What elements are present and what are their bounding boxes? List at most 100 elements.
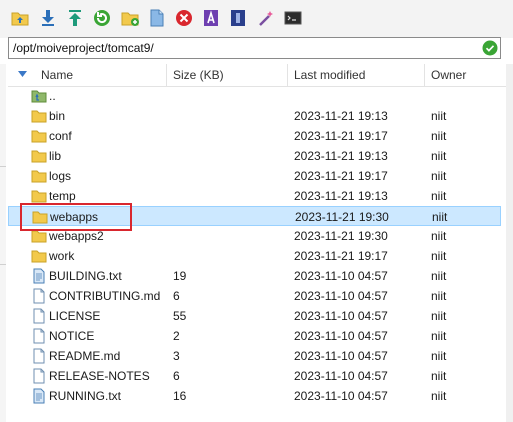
parent-folder-icon bbox=[31, 90, 47, 103]
parent-folder-button[interactable] bbox=[10, 8, 30, 28]
file-owner: niit bbox=[431, 369, 447, 383]
file-owner: niit bbox=[431, 349, 447, 363]
column-divider[interactable] bbox=[166, 64, 167, 86]
file-owner: niit bbox=[431, 329, 447, 343]
table-row[interactable]: conf 2023-11-21 19:17 niit bbox=[8, 126, 501, 146]
rename-button[interactable] bbox=[201, 8, 221, 28]
file-name: RUNNING.txt bbox=[49, 389, 121, 403]
folder-icon bbox=[31, 130, 47, 143]
file-modified: 2023-11-21 19:17 bbox=[294, 249, 388, 263]
file-modified: 2023-11-21 19:13 bbox=[294, 109, 388, 123]
table-row[interactable]: BUILDING.txt 19 2023-11-10 04:57 niit bbox=[8, 266, 501, 286]
new-folder-button[interactable] bbox=[120, 8, 140, 28]
table-row[interactable]: bin 2023-11-21 19:13 niit bbox=[8, 106, 501, 126]
file-name: work bbox=[49, 249, 75, 263]
file-size: 2 bbox=[173, 329, 180, 343]
delete-button[interactable] bbox=[174, 8, 194, 28]
file-size: 3 bbox=[173, 349, 180, 363]
file-owner: niit bbox=[431, 109, 447, 123]
divider bbox=[0, 166, 6, 167]
table-row[interactable]: .. bbox=[8, 86, 501, 106]
file-owner: niit bbox=[431, 289, 447, 303]
file-name: NOTICE bbox=[49, 329, 95, 343]
new-file-icon bbox=[150, 9, 164, 27]
file-modified: 2023-11-10 04:57 bbox=[294, 289, 388, 303]
refresh-icon bbox=[94, 10, 110, 26]
file-icon bbox=[33, 328, 45, 344]
file-modified: 2023-11-21 19:30 bbox=[294, 229, 388, 243]
left-panel-edge bbox=[0, 64, 6, 422]
column-divider[interactable] bbox=[287, 64, 288, 86]
file-modified: 2023-11-21 19:30 bbox=[295, 210, 389, 224]
table-row[interactable]: NOTICE 2 2023-11-10 04:57 niit bbox=[8, 326, 501, 346]
file-owner: niit bbox=[431, 169, 447, 183]
file-modified: 2023-11-10 04:57 bbox=[294, 269, 388, 283]
properties-button[interactable] bbox=[228, 8, 248, 28]
highlight-box bbox=[20, 203, 132, 231]
path-input[interactable]: /opt/moiveproject/tomcat9/ bbox=[8, 37, 501, 59]
table-row[interactable]: lib 2023-11-21 19:13 niit bbox=[8, 146, 501, 166]
folder-icon bbox=[31, 150, 47, 163]
new-file-button[interactable] bbox=[147, 8, 167, 28]
file-name: BUILDING.txt bbox=[49, 269, 122, 283]
table-row[interactable]: LICENSE 55 2023-11-10 04:57 niit bbox=[8, 306, 501, 326]
table-row[interactable]: work 2023-11-21 19:17 niit bbox=[8, 246, 501, 266]
properties-icon bbox=[231, 10, 245, 26]
file-name: conf bbox=[49, 129, 72, 143]
download-button[interactable] bbox=[38, 8, 58, 28]
file-modified: 2023-11-10 04:57 bbox=[294, 349, 388, 363]
upload-button[interactable] bbox=[65, 8, 85, 28]
file-icon bbox=[33, 288, 45, 304]
delete-icon bbox=[176, 10, 192, 26]
wand-button[interactable] bbox=[256, 8, 276, 28]
file-modified: 2023-11-10 04:57 bbox=[294, 329, 388, 343]
file-modified: 2023-11-10 04:57 bbox=[294, 309, 388, 323]
file-size: 6 bbox=[173, 289, 180, 303]
check-icon[interactable] bbox=[482, 40, 498, 56]
file-name: temp bbox=[49, 189, 76, 203]
download-arrow-icon bbox=[42, 10, 54, 26]
file-owner: niit bbox=[431, 249, 447, 263]
column-size[interactable]: Size (KB) bbox=[173, 68, 224, 82]
file-owner: niit bbox=[431, 389, 447, 403]
toolbar bbox=[0, 0, 513, 38]
file-icon bbox=[33, 348, 45, 364]
folder-icon bbox=[31, 250, 47, 263]
vertical-scrollbar[interactable] bbox=[506, 64, 513, 422]
file-size: 6 bbox=[173, 369, 180, 383]
new-folder-icon bbox=[121, 12, 139, 26]
sort-descending-icon[interactable] bbox=[18, 71, 27, 77]
magic-wand-icon bbox=[259, 11, 273, 26]
table-row[interactable]: README.md 3 2023-11-10 04:57 niit bbox=[8, 346, 501, 366]
file-name: RELEASE-NOTES bbox=[49, 369, 150, 383]
file-name: .. bbox=[49, 89, 56, 103]
table-row[interactable]: RELEASE-NOTES 6 2023-11-10 04:57 niit bbox=[8, 366, 501, 386]
file-size: 16 bbox=[173, 389, 187, 403]
file-owner: niit bbox=[432, 210, 448, 224]
divider bbox=[0, 264, 6, 265]
table-row[interactable]: RUNNING.txt 16 2023-11-10 04:57 niit bbox=[8, 386, 501, 406]
file-size: 19 bbox=[173, 269, 187, 283]
folder-up-icon bbox=[11, 12, 29, 26]
file-name: logs bbox=[49, 169, 72, 183]
terminal-icon bbox=[284, 11, 302, 25]
file-owner: niit bbox=[431, 309, 447, 323]
column-divider[interactable] bbox=[424, 64, 425, 86]
column-modified[interactable]: Last modified bbox=[294, 68, 365, 82]
file-name: webapps2 bbox=[49, 229, 104, 243]
file-modified: 2023-11-10 04:57 bbox=[294, 369, 388, 383]
column-name[interactable]: Name bbox=[41, 68, 73, 82]
file-size: 55 bbox=[173, 309, 187, 323]
file-icon bbox=[33, 308, 45, 324]
column-header: Name Size (KB) Last modified Owner bbox=[8, 64, 508, 87]
file-name: lib bbox=[49, 149, 62, 163]
file-icon bbox=[33, 368, 45, 384]
file-modified: 2023-11-21 19:13 bbox=[294, 189, 388, 203]
file-name: LICENSE bbox=[49, 309, 101, 323]
table-row[interactable]: CONTRIBUTING.md 6 2023-11-10 04:57 niit bbox=[8, 286, 501, 306]
column-owner[interactable]: Owner bbox=[431, 68, 466, 82]
refresh-button[interactable] bbox=[92, 8, 112, 28]
file-modified: 2023-11-10 04:57 bbox=[294, 389, 388, 403]
terminal-button[interactable] bbox=[283, 8, 303, 28]
table-row[interactable]: logs 2023-11-21 19:17 niit bbox=[8, 166, 501, 186]
